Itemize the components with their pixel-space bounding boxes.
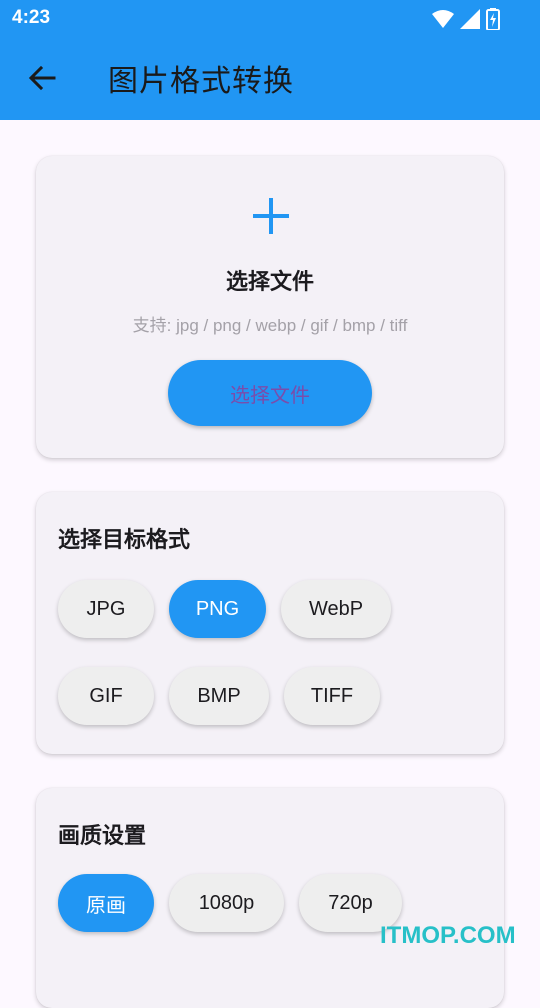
watermark-text: ITMOP.COM <box>380 922 516 949</box>
format-chip-jpg[interactable]: JPG <box>58 580 154 638</box>
signal-icon <box>460 9 480 29</box>
target-format-title: 选择目标格式 <box>58 528 191 553</box>
back-button[interactable] <box>22 58 62 98</box>
quality-chip-1080p[interactable]: 1080p <box>169 874 284 932</box>
plus-icon <box>253 198 289 234</box>
select-file-button[interactable]: 选择文件 <box>168 360 372 426</box>
supported-formats-text: 支持: jpg / png / webp / gif / bmp / tiff <box>132 316 408 335</box>
format-chip-gif[interactable]: GIF <box>58 667 154 725</box>
page-title: 图片格式转换 <box>108 64 294 99</box>
file-upload-card[interactable]: 选择文件 支持: jpg / png / webp / gif / bmp / … <box>36 156 504 458</box>
format-chip-tiff[interactable]: TIFF <box>284 667 380 725</box>
status-time: 4:23 <box>12 7 51 28</box>
format-chip-webp[interactable]: WebP <box>281 580 391 638</box>
arrow-left-icon <box>28 65 56 91</box>
format-chip-bmp[interactable]: BMP <box>169 667 269 725</box>
wifi-icon <box>432 10 454 28</box>
quality-settings-title: 画质设置 <box>58 824 147 849</box>
format-chip-png[interactable]: PNG <box>169 580 266 638</box>
quality-chip-original[interactable]: 原画 <box>58 874 154 932</box>
battery-charging-icon <box>486 8 500 30</box>
status-icons <box>432 8 500 30</box>
quality-settings-card: 画质设置 原画 1080p 720p <box>36 788 504 1008</box>
upload-title: 选择文件 <box>225 270 314 295</box>
status-bar: 4:23 <box>0 0 540 38</box>
app-bar: 图片格式转换 <box>0 38 540 120</box>
target-format-card: 选择目标格式 JPG PNG WebP GIF BMP TIFF <box>36 492 504 754</box>
